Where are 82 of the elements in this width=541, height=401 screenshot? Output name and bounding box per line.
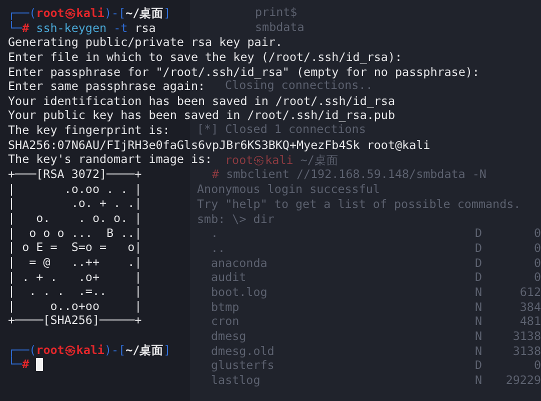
file-name: cron: [211, 314, 240, 329]
terminal-text: Try "help" to get a list of possible commands.: [197, 196, 521, 211]
terminal-text: [*] Closed 1 connections: [197, 122, 366, 136]
prompt-path: ~/桌面: [126, 6, 164, 21]
terminal-text: smb: \> dir: [197, 212, 274, 226]
terminal-text: Enter passphrase for "/root/.ssh/id_rsa" (empty for no passphrase):: [8, 64, 480, 80]
terminal-text: smbclient //192.168.59.148/smbdata -N: [226, 167, 486, 182]
terminal-text: | . + . .o+ |: [8, 270, 142, 284]
file-size: 612: [518, 284, 541, 300]
terminal-text: | o. . o. o. |: [8, 210, 142, 226]
prompt-frame: )-[: [104, 342, 126, 358]
file-name: lastlog: [211, 373, 262, 388]
file-name: .: [211, 226, 220, 241]
prompt-frame: ]: [164, 6, 171, 21]
file-name: boot.log: [211, 284, 268, 300]
terminal-text: | .o.oo . . |: [8, 182, 142, 196]
prompt-user: root㉿kali: [36, 6, 104, 21]
file-size: 29229: [505, 373, 541, 388]
prompt-path: ~/桌面: [126, 342, 164, 358]
terminal-text: +───[RSA 3072]────+: [8, 167, 142, 182]
prompt-frame: └─: [8, 357, 22, 372]
text-cursor: [36, 358, 44, 372]
file-name: anaconda: [211, 256, 268, 270]
terminal-text: | o..o+oo |: [8, 298, 142, 314]
file-size: 0: [532, 270, 541, 285]
file-attribute: N: [475, 373, 484, 388]
file-name: btmp: [211, 300, 240, 314]
file-size: 3138: [512, 344, 541, 358]
prompt-user: root㉿kali: [225, 152, 294, 167]
file-size: 0: [532, 240, 541, 256]
option-text: -t: [112, 20, 128, 36]
prompt-user: root㉿kali: [36, 342, 104, 358]
terminal-text: | . . . .=.. |: [8, 284, 142, 299]
terminal-text: Enter same passphrase again:: [8, 79, 206, 94]
file-attribute: D: [475, 256, 484, 270]
file-attribute: N: [475, 284, 484, 300]
file-attribute: N: [475, 344, 484, 358]
file-attribute: D: [475, 270, 484, 285]
terminal-text: Enter file in which to save the key (/root/.ssh/id_rsa):: [8, 50, 402, 65]
file-attribute: N: [475, 314, 484, 329]
terminal-text: Closing connections..: [225, 78, 373, 92]
terminal-text: print$: [255, 5, 298, 19]
file-attribute: D: [475, 226, 484, 241]
command-text: ssh-keygen: [36, 20, 107, 36]
prompt-frame: )-[: [104, 6, 126, 21]
terminal-text: smbdata: [255, 20, 304, 34]
terminal-text: | o E = S=o = o|: [8, 240, 142, 255]
prompt-frame: └─: [8, 20, 22, 36]
file-name: glusterfs: [211, 358, 276, 374]
file-name: ..: [211, 240, 226, 256]
file-name: audit: [211, 270, 248, 285]
prompt-symbol: #: [22, 20, 30, 36]
file-attribute: N: [475, 300, 484, 314]
file-attribute: D: [475, 240, 484, 256]
prompt-symbol: #: [212, 167, 220, 182]
prompt-frame: ]: [164, 342, 171, 358]
file-size: 384: [518, 300, 541, 314]
terminal-text: +────[SHA256]─────+: [8, 313, 142, 328]
terminal-text: Generating public/private rsa key pair.: [8, 35, 282, 50]
terminal-text: Your public key has been saved in /root/.ssh/id_rsa.pub: [8, 108, 396, 124]
terminal-text: Anonymous login successful: [197, 182, 380, 196]
file-name: dmesg.old: [211, 344, 276, 358]
file-attribute: N: [475, 329, 484, 344]
terminal-text: SHA256:07N6AU/FIjRH3e0faGls6vpJBr6KS3BKQ+MyezFb4Sk root@kali: [8, 138, 430, 152]
terminal-text: | o o o ... B ..|: [8, 226, 142, 240]
terminal-text: Your identification has been saved in /root/.ssh/id_rsa: [8, 94, 396, 108]
terminal-text: ~/桌面: [299, 152, 338, 167]
file-name: dmesg: [211, 329, 248, 344]
file-attribute: D: [475, 358, 484, 374]
prompt-frame: ┌──(: [8, 6, 36, 21]
file-size: 481: [518, 314, 541, 329]
terminal-text: | = @ ..++ .|: [8, 254, 142, 270]
file-size: 0: [532, 226, 541, 241]
terminal-text: | .o. + . .|: [8, 196, 142, 211]
file-size: 0: [532, 256, 541, 270]
prompt-frame: ┌──(: [8, 342, 36, 358]
prompt-symbol: #: [22, 357, 30, 372]
terminal-text: rsa: [134, 20, 156, 36]
terminal-text: The key fingerprint is:: [8, 123, 170, 138]
file-size: 3138: [512, 329, 541, 344]
file-size: 0: [532, 358, 541, 374]
terminal-text: The key's randomart image is:: [8, 152, 212, 168]
